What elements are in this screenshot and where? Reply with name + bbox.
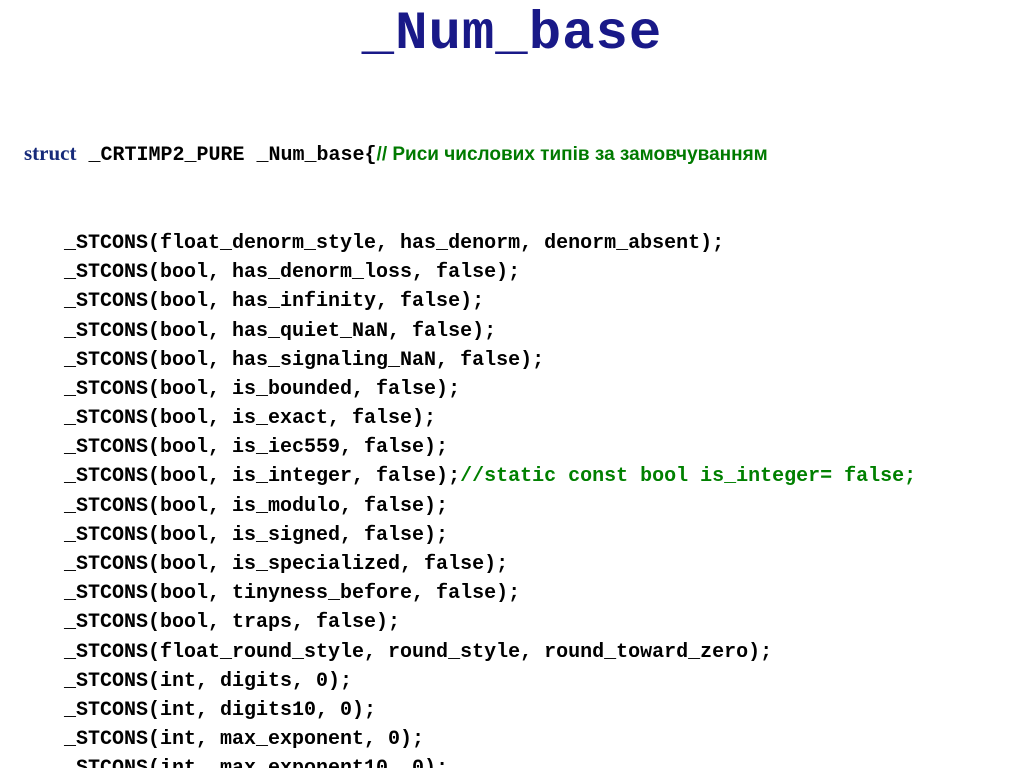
code-line: _STCONS(int, digits, 0); bbox=[24, 667, 1000, 696]
code-lines: _STCONS(float_denorm_style, has_denorm, … bbox=[24, 229, 1000, 768]
code-line: _STCONS(bool, has_denorm_loss, false); bbox=[24, 258, 1000, 287]
code-text: _STCONS(bool, has_infinity, false); bbox=[64, 290, 484, 313]
code-text: _STCONS(bool, has_quiet_NaN, false); bbox=[64, 320, 496, 343]
code-block: struct _CRTIMP2_PURE _Num_base{// Риси ч… bbox=[24, 80, 1000, 768]
code-text: _STCONS(int, digits, 0); bbox=[64, 670, 352, 693]
code-text: _STCONS(int, max_exponent, 0); bbox=[64, 728, 424, 751]
code-text: _STCONS(bool, has_signaling_NaN, false); bbox=[64, 349, 544, 372]
struct-declaration: struct _CRTIMP2_PURE _Num_base{// Риси ч… bbox=[24, 138, 1000, 170]
code-text: _STCONS(bool, is_specialized, false); bbox=[64, 553, 508, 576]
inline-comment: //static const bool is_integer= false; bbox=[460, 465, 916, 488]
code-line: _STCONS(bool, has_signaling_NaN, false); bbox=[24, 346, 1000, 375]
code-line: _STCONS(bool, has_infinity, false); bbox=[24, 287, 1000, 316]
code-line: _STCONS(int, digits10, 0); bbox=[24, 696, 1000, 725]
code-line: _STCONS(bool, is_exact, false); bbox=[24, 404, 1000, 433]
code-line: _STCONS(bool, tinyness_before, false); bbox=[24, 579, 1000, 608]
code-text: _STCONS(int, max_exponent10, 0); bbox=[64, 757, 448, 768]
code-line: _STCONS(float_denorm_style, has_denorm, … bbox=[24, 229, 1000, 258]
struct-name: _CRTIMP2_PURE _Num_base{ bbox=[89, 144, 377, 167]
slide: _Num_base struct _CRTIMP2_PURE _Num_base… bbox=[0, 0, 1024, 768]
code-text: _STCONS(bool, is_bounded, false); bbox=[64, 378, 460, 401]
code-text: _STCONS(bool, traps, false); bbox=[64, 611, 400, 634]
code-line: _STCONS(float_round_style, round_style, … bbox=[24, 638, 1000, 667]
code-line: _STCONS(int, max_exponent, 0); bbox=[24, 725, 1000, 754]
code-text: _STCONS(bool, is_exact, false); bbox=[64, 407, 436, 430]
code-line: _STCONS(bool, has_quiet_NaN, false); bbox=[24, 317, 1000, 346]
code-line: _STCONS(bool, traps, false); bbox=[24, 608, 1000, 637]
code-line: _STCONS(bool, is_iec559, false); bbox=[24, 433, 1000, 462]
struct-keyword: struct bbox=[24, 141, 76, 165]
code-line: _STCONS(bool, is_specialized, false); bbox=[24, 550, 1000, 579]
code-text: _STCONS(bool, is_modulo, false); bbox=[64, 495, 448, 518]
code-text: _STCONS(int, digits10, 0); bbox=[64, 699, 376, 722]
code-line: _STCONS(int, max_exponent10, 0); bbox=[24, 754, 1000, 768]
code-text: _STCONS(bool, is_integer, false); bbox=[64, 465, 460, 488]
code-text: _STCONS(bool, tinyness_before, false); bbox=[64, 582, 520, 605]
struct-comment: // Риси числових типів за замовчуванням bbox=[377, 144, 768, 165]
code-line: _STCONS(bool, is_modulo, false); bbox=[24, 492, 1000, 521]
code-line: _STCONS(bool, is_signed, false); bbox=[24, 521, 1000, 550]
code-line: _STCONS(bool, is_integer, false);//stati… bbox=[24, 462, 1000, 491]
code-text: _STCONS(bool, is_iec559, false); bbox=[64, 436, 448, 459]
slide-title: _Num_base bbox=[24, 8, 1000, 62]
code-text: _STCONS(float_round_style, round_style, … bbox=[64, 641, 772, 664]
code-text: _STCONS(bool, is_signed, false); bbox=[64, 524, 448, 547]
code-line: _STCONS(bool, is_bounded, false); bbox=[24, 375, 1000, 404]
code-text: _STCONS(bool, has_denorm_loss, false); bbox=[64, 261, 520, 284]
code-text: _STCONS(float_denorm_style, has_denorm, … bbox=[64, 232, 724, 255]
